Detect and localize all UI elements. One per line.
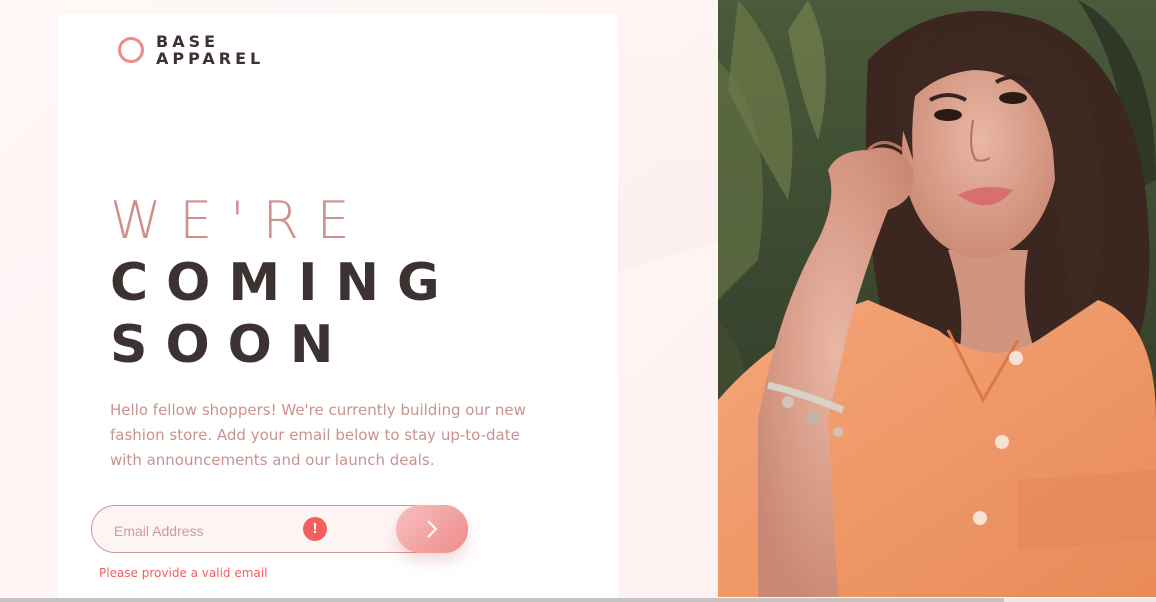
headline-line-2: COMING xyxy=(110,253,458,313)
brand-name: BASE APPAREL xyxy=(156,33,264,67)
error-exclamation-icon: ! xyxy=(303,517,327,541)
brand-logo[interactable]: BASE APPAREL xyxy=(118,33,264,67)
intro-description: Hello fellow shoppers! We're currently b… xyxy=(110,401,526,469)
horizontal-scrollbar[interactable] xyxy=(0,598,1156,602)
hero-photo-illustration xyxy=(718,0,1156,597)
email-signup-form: ! xyxy=(91,505,468,553)
page-headline: WE'RE COMING SOON xyxy=(110,190,458,376)
email-error-message: Please provide a valid email xyxy=(99,566,268,580)
brand-name-line2: APPAREL xyxy=(156,49,265,68)
hero-image xyxy=(718,0,1156,597)
brand-name-line1: BASE xyxy=(156,32,220,51)
headline-line-3: SOON xyxy=(110,315,352,375)
coming-soon-page: BASE APPAREL WE'RE COMING SOON Hello fel… xyxy=(0,0,1156,602)
submit-button[interactable] xyxy=(396,505,468,553)
logo-ring-icon xyxy=(118,37,144,63)
headline-line-1: WE'RE xyxy=(110,191,368,251)
chevron-right-icon xyxy=(427,520,438,538)
email-input[interactable] xyxy=(112,518,306,544)
card-shadow-shape xyxy=(618,14,718,272)
scrollbar-thumb[interactable] xyxy=(0,598,1004,602)
